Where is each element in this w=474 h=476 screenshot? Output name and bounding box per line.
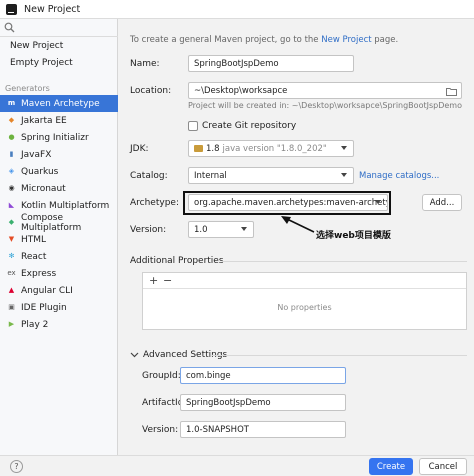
manage-catalogs-link[interactable]: Manage catalogs... (359, 171, 439, 181)
create-button[interactable]: Create (369, 458, 413, 475)
maven-icon: m (7, 99, 16, 107)
archetype-highlight-box (183, 191, 391, 215)
window-title: New Project (24, 4, 81, 15)
spring-icon: ● (8, 133, 15, 141)
cancel-button[interactable]: Cancel (419, 458, 467, 475)
chevron-down-icon (341, 173, 347, 177)
title-bar: New Project (0, 0, 474, 19)
properties-table: + − No properties (142, 272, 467, 330)
help-button[interactable]: ? (10, 460, 23, 473)
search-icon (4, 22, 15, 33)
intellij-logo-icon (6, 4, 17, 15)
chevron-down-icon (341, 146, 347, 150)
sidebar-item-react[interactable]: ✻ React (0, 248, 118, 265)
sidebar-item-play-2[interactable]: ▶ Play 2 (0, 316, 118, 333)
project-version-input[interactable]: 1.0-SNAPSHOT (180, 421, 346, 438)
catalog-label: Catalog: (130, 171, 168, 181)
sidebar-item-spring-initializr[interactable]: ● Spring Initializr (0, 129, 118, 146)
compose-icon: ◆ (8, 218, 15, 226)
sidebar-item-maven-archetype[interactable]: m Maven Archetype (0, 95, 118, 112)
archetype-label: Archetype: (130, 198, 179, 208)
sidebar-item-express[interactable]: ex Express (0, 265, 118, 282)
properties-toolbar: + − (143, 273, 466, 289)
sidebar-item-angular-cli[interactable]: ▲ Angular CLI (0, 282, 118, 299)
artifactid-input[interactable]: SpringBootJspDemo (180, 394, 346, 411)
plugin-icon: ▣ (8, 303, 15, 311)
groupid-label: GroupId: (142, 371, 181, 381)
angular-icon: ▲ (8, 286, 15, 294)
additional-properties-divider (222, 261, 467, 262)
sidebar-search-input[interactable] (0, 19, 118, 37)
sidebar-item-html[interactable]: ▼ HTML (0, 231, 118, 248)
additional-properties-title: Additional Properties (130, 256, 224, 266)
groupid-input[interactable]: com.binge (180, 367, 346, 384)
remove-property-button[interactable]: − (163, 274, 172, 288)
sidebar-item-empty-project[interactable]: Empty Project (10, 58, 73, 68)
micronaut-icon: ◉ (8, 184, 15, 192)
add-archetype-button[interactable]: Add... (422, 194, 462, 211)
sidebar-item-new-project[interactable]: New Project (10, 41, 63, 51)
create-git-label: Create Git repository (202, 121, 297, 131)
version-label: Version: (130, 225, 167, 235)
sidebar-item-jakarta-ee[interactable]: ◆ Jakarta EE (0, 112, 118, 129)
html-icon: ▼ (8, 235, 15, 243)
kotlin-icon: ◣ (8, 201, 15, 209)
sidebar-section-generators: Generators (5, 84, 50, 93)
folder-icon[interactable] (446, 87, 457, 96)
javafx-icon: ▮ (9, 150, 14, 158)
jdk-folder-icon (194, 145, 203, 152)
jdk-label: JDK: (130, 144, 149, 154)
new-project-link[interactable]: New Project (321, 35, 371, 45)
chevron-down-icon (241, 227, 247, 231)
dialog-footer: ? Create Cancel (0, 455, 474, 476)
quarkus-icon: ◈ (8, 167, 15, 175)
express-icon: ex (7, 269, 16, 277)
intro-text: To create a general Maven project, go to… (130, 35, 399, 45)
version2-label: Version: (142, 425, 179, 435)
jakarta-icon: ◆ (8, 116, 15, 124)
location-label: Location: (130, 86, 172, 96)
react-icon: ✻ (8, 252, 15, 260)
play-icon: ▶ (8, 320, 15, 328)
chevron-down-icon (130, 352, 139, 358)
location-input[interactable]: ~\Desktop\worksapce (188, 82, 462, 99)
sidebar: New Project Empty Project Generators m M… (0, 19, 118, 455)
annotation-arrow-icon (281, 216, 315, 233)
name-label: Name: (130, 59, 160, 69)
sidebar-item-ide-plugin[interactable]: ▣ IDE Plugin (0, 299, 118, 316)
sidebar-item-javafx[interactable]: ▮ JavaFX (0, 146, 118, 163)
sidebar-item-compose-multiplatform[interactable]: ◆ Compose Multiplatform (0, 213, 118, 233)
project-form: To create a general Maven project, go to… (118, 19, 474, 455)
name-input[interactable]: SpringBootJspDemo (188, 55, 354, 72)
create-git-checkbox[interactable] (188, 121, 198, 131)
add-property-button[interactable]: + (149, 274, 158, 288)
location-hint: Project will be created in: ~\Desktop\wo… (188, 101, 462, 110)
annotation-text: 选择web项目模版 (316, 231, 391, 241)
no-properties-text: No properties (277, 303, 332, 312)
sidebar-item-micronaut[interactable]: ◉ Micronaut (0, 180, 118, 197)
version-select[interactable]: 1.0 (188, 221, 254, 238)
sidebar-item-quarkus[interactable]: ◈ Quarkus (0, 163, 118, 180)
sidebar-item-kotlin-multiplatform[interactable]: ◣ Kotlin Multiplatform (0, 197, 118, 214)
catalog-select[interactable]: Internal (188, 167, 354, 184)
jdk-select[interactable]: 1.8 java version "1.8.0_202" (188, 140, 354, 157)
advanced-settings-divider (212, 355, 467, 356)
